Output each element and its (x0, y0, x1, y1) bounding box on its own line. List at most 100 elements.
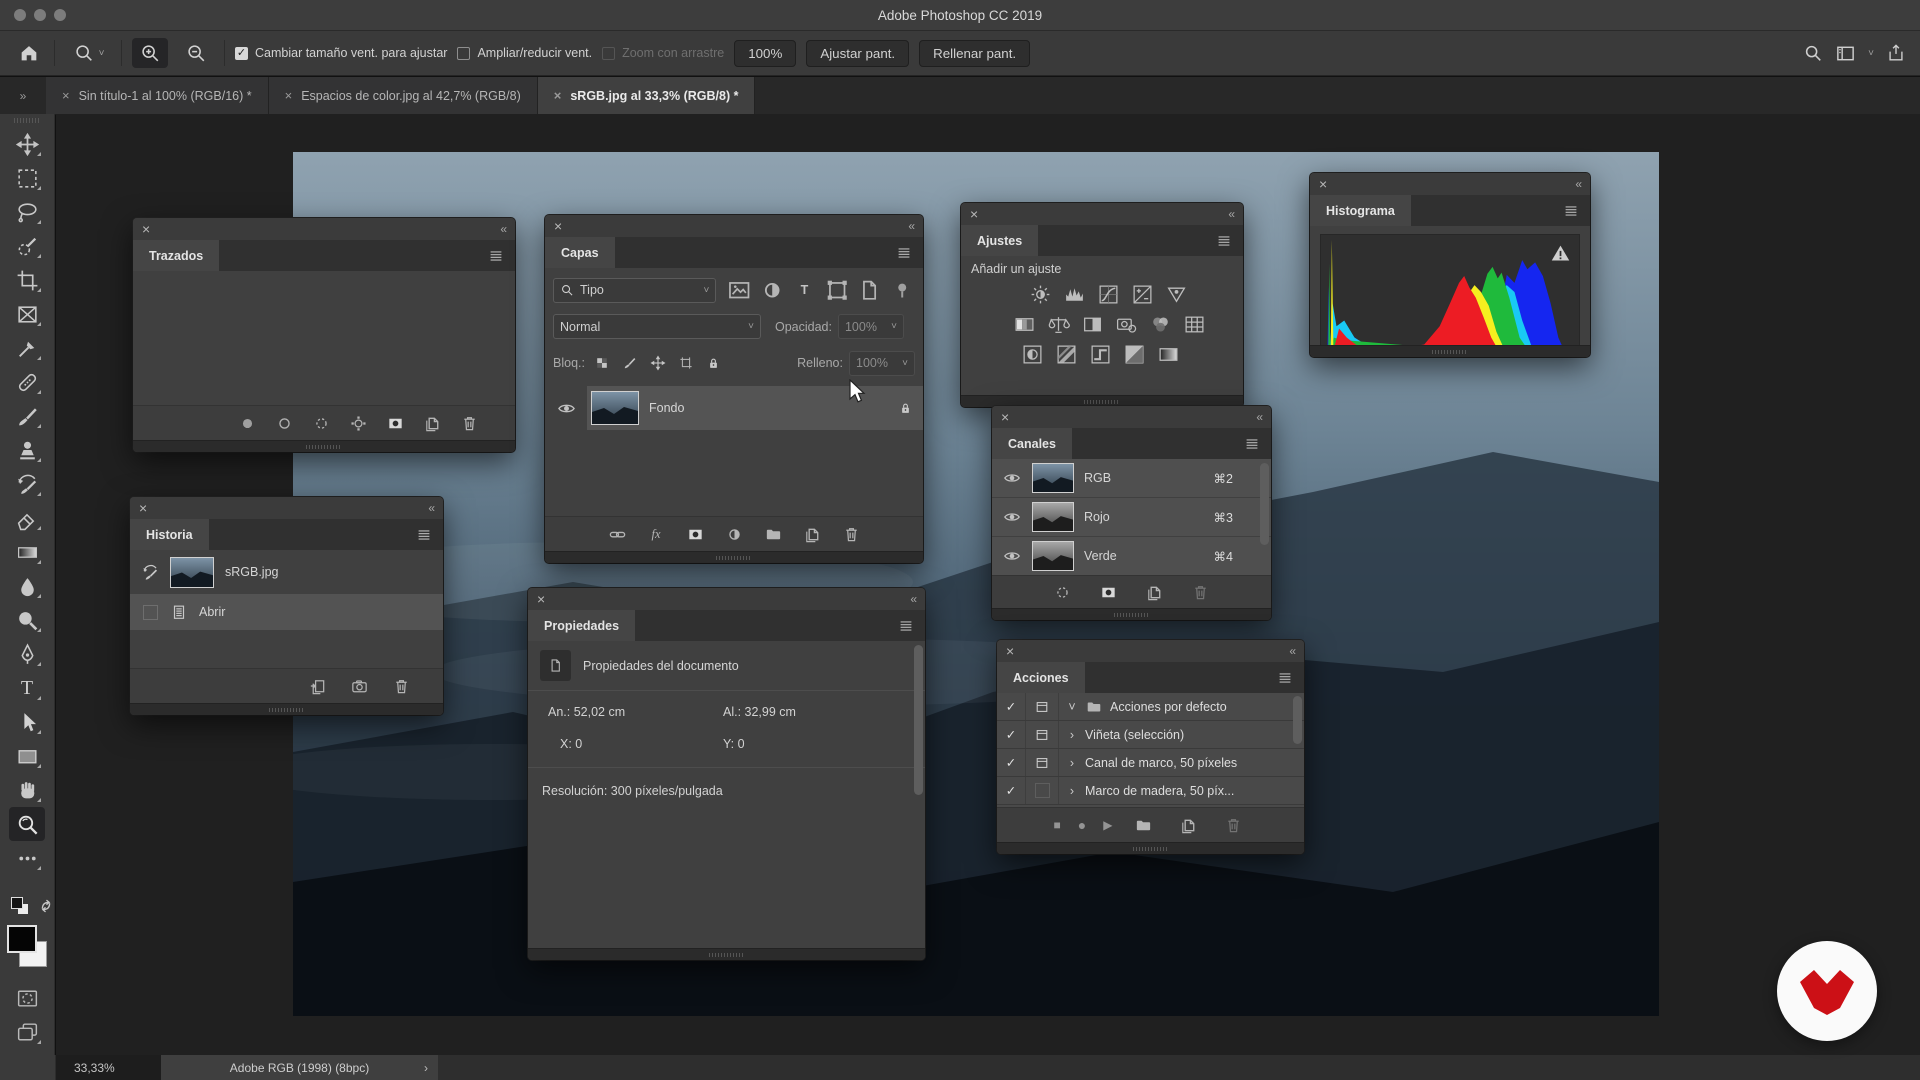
tab-document-3-active[interactable]: × sRGB.jpg al 33,3% (RGB/8) * (537, 77, 756, 114)
lock-position-icon[interactable] (647, 349, 669, 377)
pen-tool[interactable] (9, 637, 45, 671)
adjustment-posterize-icon[interactable] (1055, 343, 1078, 366)
blend-mode-select[interactable]: Normal ˅ (553, 314, 761, 339)
load-channel-selection-icon[interactable] (1049, 578, 1077, 606)
lock-transparency-icon[interactable] (591, 349, 613, 377)
panel-resize-grip[interactable] (992, 608, 1271, 620)
history-state-row[interactable]: Abrir (130, 594, 443, 630)
fit-screen-button[interactable]: Ajustar pant. (806, 39, 910, 67)
play-selection-icon[interactable]: ▶ (1103, 818, 1112, 832)
workspace-icon[interactable] (1835, 43, 1856, 64)
tab-capas[interactable]: Capas (545, 237, 615, 268)
new-path-icon[interactable] (418, 409, 446, 437)
chevron-right-icon[interactable]: › (424, 1061, 428, 1075)
stop-playing-icon[interactable]: ■ (1054, 818, 1061, 832)
clone-stamp-tool[interactable] (9, 433, 45, 467)
adjustment-black-white-icon[interactable] (1081, 313, 1104, 336)
history-source-row[interactable]: sRGB.jpg (130, 550, 443, 594)
adjustment-brightness-icon[interactable] (1029, 283, 1052, 306)
adjustment-color-balance-icon[interactable] (1047, 313, 1070, 336)
delete-path-icon[interactable] (455, 409, 483, 437)
collapse-icon[interactable]: « (1256, 410, 1263, 424)
panel-menu-icon[interactable] (415, 526, 433, 544)
frame-tool[interactable] (9, 297, 45, 331)
scrollbar-thumb[interactable] (1260, 463, 1269, 545)
panel-resize-grip[interactable] (133, 440, 515, 452)
begin-recording-icon[interactable]: ● (1078, 817, 1086, 833)
move-tool[interactable] (9, 127, 45, 161)
close-icon[interactable]: × (970, 207, 978, 221)
cached-data-warning-icon[interactable] (1550, 243, 1571, 264)
new-adjustment-layer-icon[interactable] (720, 520, 748, 548)
filter-pixel-layers-icon[interactable] (726, 276, 752, 304)
filter-adjustment-layers-icon[interactable] (759, 276, 785, 304)
layer-visibility-toggle[interactable] (545, 386, 587, 430)
zoom-in-button[interactable] (132, 38, 168, 68)
adjustment-invert-icon[interactable] (1021, 343, 1044, 366)
adjustment-curves-icon[interactable] (1097, 283, 1120, 306)
filter-type-layers-icon[interactable]: T (791, 276, 817, 304)
history-checkbox[interactable] (142, 604, 158, 620)
status-document-profile[interactable]: Adobe RGB (1998) (8bpc) › (161, 1055, 438, 1080)
filter-smart-objects-icon[interactable] (856, 276, 882, 304)
zoom-tool[interactable] (9, 807, 45, 841)
collapse-icon[interactable]: « (910, 592, 917, 606)
channel-row-rgb[interactable]: RGB ⌘2 (992, 459, 1271, 497)
scrollbar-thumb[interactable] (1293, 696, 1302, 744)
blur-tool[interactable] (9, 569, 45, 603)
lock-pixels-icon[interactable] (619, 349, 641, 377)
action-set-row[interactable]: ✓ ˅ Acciones por defecto (997, 693, 1304, 721)
channel-visibility-toggle[interactable] (992, 508, 1032, 526)
edit-toolbar-ellipsis[interactable] (9, 841, 45, 875)
screen-mode-button[interactable] (9, 1015, 45, 1049)
collapse-icon[interactable]: « (1575, 177, 1582, 191)
action-row[interactable]: ✓ › Canal de marco, 50 píxeles (997, 749, 1304, 777)
panel-menu-icon[interactable] (1215, 232, 1233, 250)
history-brush-tool[interactable] (9, 467, 45, 501)
zoom-all-windows-checkbox[interactable]: Ampliar/reducir vent. (457, 46, 592, 60)
channel-visibility-toggle[interactable] (992, 547, 1032, 565)
panel-menu-icon[interactable] (1243, 435, 1261, 453)
new-snapshot-icon[interactable] (345, 672, 373, 700)
filter-shape-layers-icon[interactable] (824, 276, 850, 304)
shape-tool[interactable] (9, 739, 45, 773)
chevron-down-icon[interactable]: ˅ (1059, 700, 1085, 714)
tab-document-1[interactable]: × Sin título-1 al 100% (RGB/16) * (46, 77, 269, 114)
share-icon[interactable] (1886, 43, 1906, 63)
adjustment-channel-mixer-icon[interactable] (1149, 313, 1172, 336)
path-selection-tool[interactable] (9, 705, 45, 739)
panel-menu-icon[interactable] (1276, 669, 1294, 687)
close-icon[interactable]: × (537, 592, 545, 606)
action-check-icon[interactable]: ✓ (997, 777, 1026, 804)
adjustment-threshold-icon[interactable] (1089, 343, 1112, 366)
collapse-icon[interactable]: « (1228, 207, 1235, 221)
action-check-icon[interactable]: ✓ (997, 693, 1026, 720)
close-icon[interactable]: × (1006, 644, 1014, 658)
close-icon[interactable]: × (1001, 410, 1009, 424)
adjustment-hue-saturation-icon[interactable] (1013, 313, 1036, 336)
link-layers-icon[interactable] (603, 520, 631, 548)
adjustment-gradient-map-icon[interactable] (1123, 343, 1146, 366)
default-colors-icon[interactable] (11, 897, 51, 919)
home-button[interactable] (14, 38, 44, 68)
new-group-icon[interactable] (759, 520, 787, 548)
dialog-toggle-icon[interactable] (1026, 693, 1059, 720)
quick-mask-button[interactable] (9, 981, 45, 1015)
scrollbar-thumb[interactable] (914, 645, 923, 795)
dialog-toggle-icon[interactable] (1026, 749, 1059, 776)
layer-name[interactable]: Fondo (649, 401, 684, 415)
new-document-from-state-icon[interactable] (303, 672, 331, 700)
chevron-right-icon[interactable]: › (1059, 784, 1085, 798)
filter-toggle-pin-icon[interactable] (889, 276, 915, 304)
tab-historia[interactable]: Historia (130, 519, 209, 550)
swap-colors-icon[interactable] (37, 897, 55, 915)
action-check-icon[interactable]: ✓ (997, 721, 1026, 748)
foreground-background-swatches[interactable] (5, 923, 49, 973)
close-icon[interactable]: × (142, 222, 150, 236)
delete-state-icon[interactable] (387, 672, 415, 700)
new-action-icon[interactable] (1174, 811, 1202, 839)
adjustment-levels-icon[interactable] (1063, 283, 1086, 306)
panel-menu-icon[interactable] (895, 244, 913, 262)
panel-resize-grip[interactable] (1310, 345, 1590, 357)
channel-row-rojo[interactable]: Rojo ⌘3 (992, 498, 1271, 536)
